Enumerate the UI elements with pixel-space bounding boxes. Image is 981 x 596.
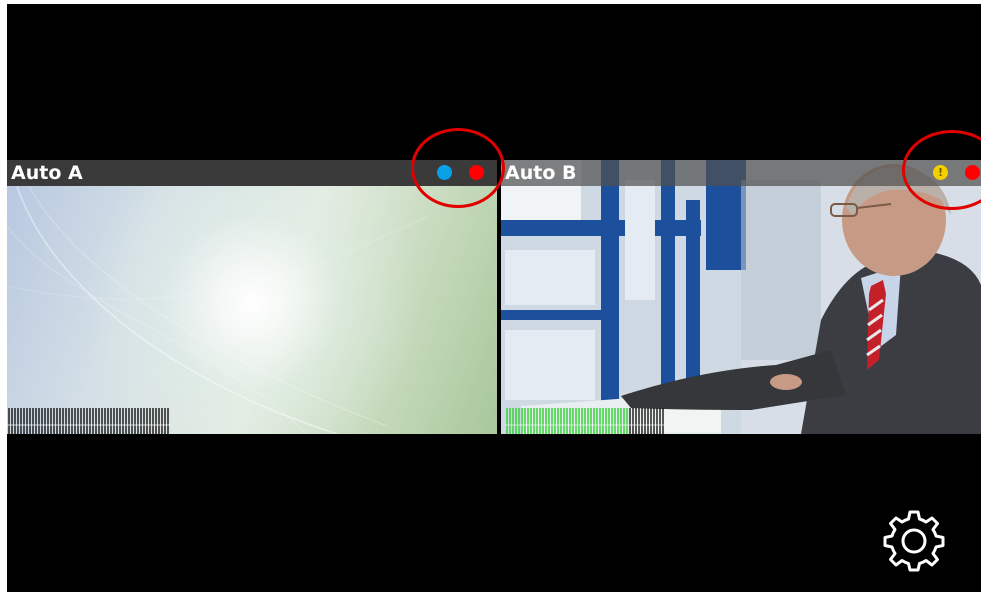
tile-title: Auto A	[11, 162, 83, 184]
camera-preview	[501, 160, 981, 434]
presenter-photo	[501, 160, 981, 434]
gear-icon[interactable]	[882, 508, 946, 572]
tile-title: Auto B	[505, 162, 577, 184]
presenter-scene	[501, 160, 981, 434]
abstract-background-image	[7, 186, 497, 434]
monitor-screen: Auto A Auto B !	[7, 4, 981, 592]
camera-preview	[7, 186, 497, 434]
light-streaks	[7, 186, 428, 434]
audio-level-meter	[505, 408, 665, 434]
camera-tile-auto-a[interactable]: Auto A	[7, 160, 497, 434]
camera-tile-auto-b[interactable]: Auto B !	[501, 160, 981, 434]
audio-level-meter	[7, 408, 171, 434]
highlight-ring	[411, 128, 505, 208]
